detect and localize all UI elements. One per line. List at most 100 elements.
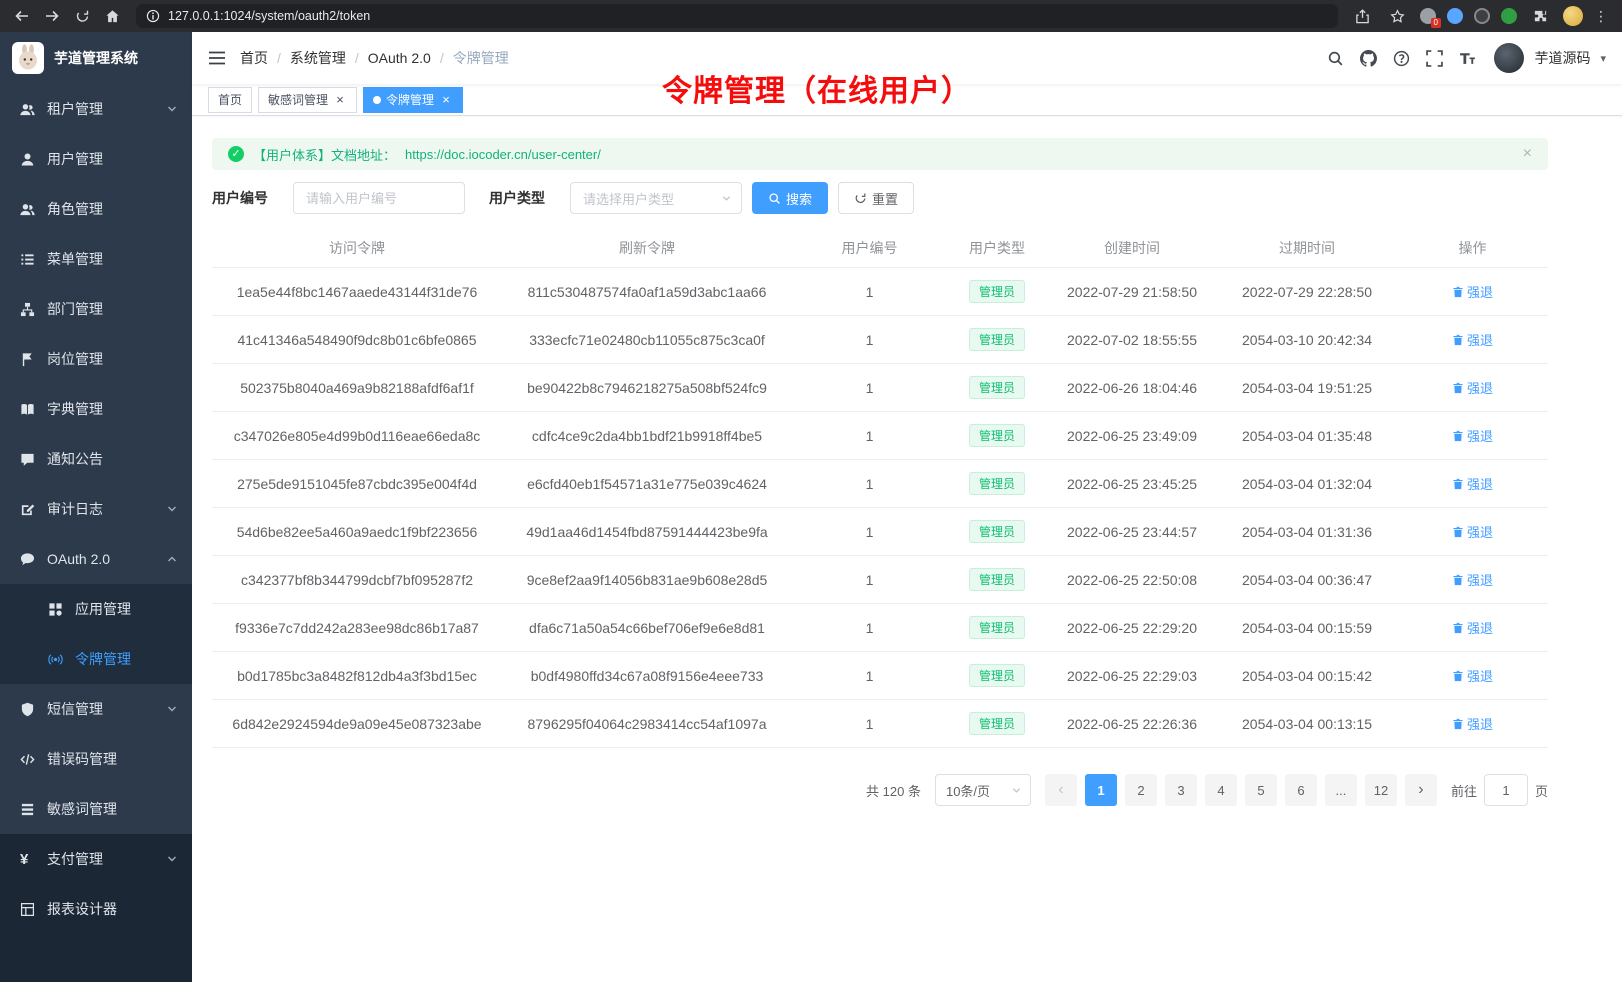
sidebar-item-dict[interactable]: 字典管理 <box>0 384 192 434</box>
force-logout-button[interactable]: 强退 <box>1452 714 1493 733</box>
breadcrumb-item[interactable]: OAuth 2.0 <box>368 50 431 66</box>
sidebar-item-sms[interactable]: 短信管理 <box>0 684 192 734</box>
sidebar-item-role[interactable]: 角色管理 <box>0 184 192 234</box>
hamburger-icon[interactable] <box>208 50 226 66</box>
app-logo-bar[interactable]: 芋道管理系统 <box>0 32 192 84</box>
tab-close-icon[interactable]: × <box>333 93 347 107</box>
sidebar: 芋道管理系统 租户管理用户管理角色管理菜单管理部门管理岗位管理字典管理通知公告审… <box>0 32 192 982</box>
sidebar-item-dept[interactable]: 部门管理 <box>0 284 192 334</box>
sidebar-item-oauth2[interactable]: OAuth 2.0 <box>0 534 192 584</box>
extensions-puzzle-icon[interactable] <box>1528 4 1552 28</box>
page-button[interactable]: 5 <box>1245 774 1277 806</box>
extension-icon[interactable] <box>1474 8 1490 24</box>
sidebar-item-label: 审计日志 <box>47 499 166 519</box>
force-logout-button[interactable]: 强退 <box>1452 618 1493 637</box>
search-icon[interactable] <box>1327 50 1344 67</box>
doc-link[interactable]: https://doc.iocoder.cn/user-center/ <box>405 147 601 162</box>
page-button[interactable]: 6 <box>1285 774 1317 806</box>
font-size-icon[interactable] <box>1459 50 1476 67</box>
tab-item[interactable]: 令牌管理× <box>363 87 463 113</box>
cell-user-id: 1 <box>792 620 947 636</box>
sidebar-item-report-designer[interactable]: 报表设计器 <box>0 884 192 934</box>
app-icon <box>48 602 63 617</box>
prev-page-button[interactable]: ‹ <box>1045 774 1077 806</box>
username[interactable]: 芋道源码 <box>1534 48 1590 68</box>
force-logout-button[interactable]: 强退 <box>1452 330 1493 349</box>
fullscreen-icon[interactable] <box>1426 50 1443 67</box>
cell-refresh-token: dfa6c71a50a54c66bef706ef9e6e8d81 <box>502 620 792 636</box>
sidebar-item-post[interactable]: 岗位管理 <box>0 334 192 384</box>
force-logout-button[interactable]: 强退 <box>1452 666 1493 685</box>
sidebar-item-sensitive-word[interactable]: 敏感词管理 <box>0 784 192 834</box>
page-button[interactable]: 3 <box>1165 774 1197 806</box>
cell-user-type: 管理员 <box>947 280 1047 303</box>
cell-user-id: 1 <box>792 572 947 588</box>
question-icon[interactable] <box>1393 50 1410 67</box>
alert-close-icon[interactable]: × <box>1523 145 1532 163</box>
cell-user-id: 1 <box>792 284 947 300</box>
browser-profile-avatar[interactable] <box>1563 6 1583 26</box>
user-id-input[interactable] <box>293 182 465 214</box>
sidebar-item-user[interactable]: 用户管理 <box>0 134 192 184</box>
sidebar-item-label: 用户管理 <box>47 149 178 169</box>
cell-user-id: 1 <box>792 524 947 540</box>
extension-icon[interactable] <box>1501 8 1517 24</box>
force-logout-button[interactable]: 强退 <box>1452 378 1493 397</box>
search-button[interactable]: 搜索 <box>752 182 828 214</box>
goto-page-input[interactable] <box>1484 774 1528 806</box>
chevron-down-icon[interactable]: ▾ <box>1600 52 1606 65</box>
sidebar-item-oauth2-app[interactable]: 应用管理 <box>0 584 192 634</box>
sidebar-item-tenant[interactable]: 租户管理 <box>0 84 192 134</box>
reset-button[interactable]: 重置 <box>838 182 914 214</box>
sidebar-item-audit-log[interactable]: 审计日志 <box>0 484 192 534</box>
tab-close-icon[interactable]: × <box>439 93 453 107</box>
user-avatar[interactable] <box>1494 43 1524 73</box>
table-body: 1ea5e44f8bc1467aaede43144f31de76811c5304… <box>212 268 1548 748</box>
breadcrumb-item[interactable]: 系统管理 <box>290 48 346 68</box>
cell-refresh-token: 811c530487574fa0af1a59d3abc1aa66 <box>502 284 792 300</box>
sidebar-item-label: 菜单管理 <box>47 249 178 269</box>
sidebar-item-label: 角色管理 <box>47 199 178 219</box>
extension-icon[interactable]: 0 <box>1420 8 1436 24</box>
force-logout-button[interactable]: 强退 <box>1452 426 1493 445</box>
next-page-button[interactable]: › <box>1405 774 1437 806</box>
force-logout-button[interactable]: 强退 <box>1452 522 1493 541</box>
force-logout-button[interactable]: 强退 <box>1452 282 1493 301</box>
breadcrumb-separator: / <box>440 50 444 66</box>
extension-icon[interactable] <box>1447 8 1463 24</box>
tab-item[interactable]: 敏感词管理× <box>258 87 357 113</box>
cell-expires: 2022-07-29 22:28:50 <box>1217 284 1397 300</box>
sidebar-item-label: 报表设计器 <box>47 899 178 919</box>
github-icon[interactable] <box>1360 50 1377 67</box>
people-icon <box>20 102 35 117</box>
page-button[interactable]: 12 <box>1365 774 1397 806</box>
tab-item[interactable]: 首页 <box>208 87 252 113</box>
force-logout-label: 强退 <box>1467 522 1493 541</box>
site-info-icon[interactable] <box>146 9 160 23</box>
sidebar-item-oauth2-token[interactable]: 令牌管理 <box>0 634 192 684</box>
force-logout-button[interactable]: 强退 <box>1452 474 1493 493</box>
back-icon[interactable] <box>10 4 34 28</box>
forward-icon[interactable] <box>40 4 64 28</box>
home-icon[interactable] <box>100 4 124 28</box>
browser-menu-icon[interactable]: ⋮ <box>1594 8 1608 25</box>
page-size-select[interactable]: 10条/页 <box>935 774 1031 806</box>
share-icon[interactable] <box>1350 4 1374 28</box>
force-logout-button[interactable]: 强退 <box>1452 570 1493 589</box>
cell-expires: 2054-03-04 01:35:48 <box>1217 428 1397 444</box>
page-button[interactable]: 4 <box>1205 774 1237 806</box>
reload-icon[interactable] <box>70 4 94 28</box>
page-more-button[interactable]: ... <box>1325 774 1357 806</box>
sidebar-item-menu[interactable]: 菜单管理 <box>0 234 192 284</box>
sidebar-item-notice[interactable]: 通知公告 <box>0 434 192 484</box>
user-type-select[interactable]: 请选择用户类型 <box>570 182 742 214</box>
bookmark-star-icon[interactable] <box>1385 4 1409 28</box>
sidebar-item-error-code[interactable]: 错误码管理 <box>0 734 192 784</box>
breadcrumb-item[interactable]: 首页 <box>240 48 268 68</box>
page-button[interactable]: 2 <box>1125 774 1157 806</box>
sidebar-item-pay[interactable]: ¥支付管理 <box>0 834 192 884</box>
page-button[interactable]: 1 <box>1085 774 1117 806</box>
app-logo <box>12 42 44 74</box>
address-bar[interactable]: 127.0.0.1:1024/system/oauth2/token <box>136 4 1338 28</box>
user-type-tag: 管理员 <box>969 472 1025 495</box>
